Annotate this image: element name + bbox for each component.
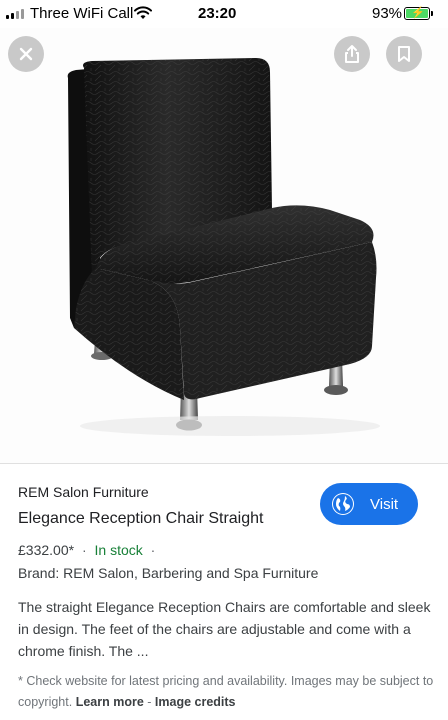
footer-notice: * Check website for latest pricing and a… — [18, 671, 438, 713]
separator-dot: · — [81, 542, 87, 558]
battery-charging-icon — [404, 6, 433, 20]
product-description: The straight Elegance Reception Chairs a… — [18, 599, 431, 659]
close-button[interactable] — [8, 36, 44, 72]
clock: 23:20 — [198, 5, 237, 22]
close-icon — [19, 47, 33, 61]
share-icon — [345, 45, 359, 63]
share-button[interactable] — [334, 36, 370, 72]
signal-icon — [6, 9, 24, 19]
image-viewer — [0, 28, 448, 463]
visit-label: Visit — [370, 495, 399, 513]
carrier-name: Three WiFi Call — [30, 5, 134, 22]
price-row: £332.00* · In stock · — [18, 542, 159, 558]
bookmark-icon — [398, 46, 410, 62]
wifi-icon — [134, 6, 152, 19]
brand: Brand: REM Salon, Barbering and Spa Furn… — [18, 565, 319, 581]
product-image[interactable] — [0, 28, 448, 463]
footer-separator: - — [147, 695, 152, 709]
visit-button[interactable]: Visit — [320, 483, 418, 525]
price: £332.00* — [18, 542, 75, 558]
status-bar: Three WiFi Call 23:20 93% — [0, 0, 448, 28]
divider — [0, 463, 448, 464]
battery-percent: 93% — [372, 5, 403, 22]
stock-status: In stock — [94, 542, 143, 558]
image-credits-link[interactable]: Image credits — [155, 695, 236, 709]
separator-dot: · — [150, 542, 156, 558]
learn-more-link[interactable]: Learn more — [76, 695, 144, 709]
source-name[interactable]: REM Salon Furniture — [18, 484, 149, 500]
bookmark-button[interactable] — [386, 36, 422, 72]
product-title[interactable]: Elegance Reception Chair Straight — [18, 510, 263, 528]
globe-icon — [332, 493, 354, 515]
